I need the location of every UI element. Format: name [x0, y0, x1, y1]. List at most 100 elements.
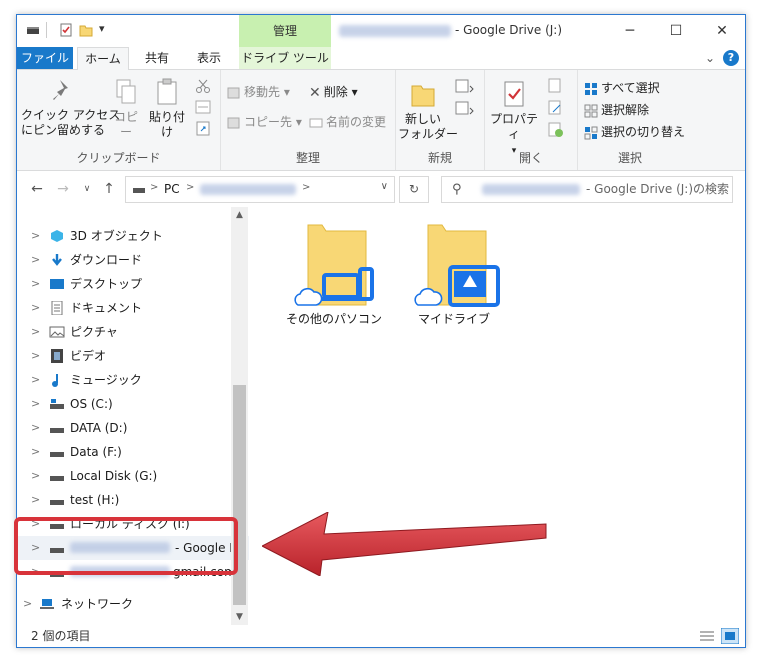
delete-x-icon: ✕ — [309, 84, 321, 101]
nav-item-drive-g[interactable]: > Local Disk (G:) — [17, 464, 249, 488]
properties-button[interactable]: プロパティ ▾ — [487, 80, 541, 159]
quick-access-dropdown[interactable]: ▾ — [99, 22, 105, 35]
select-none-button[interactable]: 選択解除 — [584, 100, 649, 120]
rename-icon — [309, 118, 323, 127]
tab-file[interactable]: ファイル — [17, 47, 73, 69]
breadcrumb-pc[interactable]: PC — [164, 182, 180, 196]
scroll-up-button[interactable]: ▲ — [231, 207, 248, 223]
invert-selection-button[interactable]: 選択の切り替え — [584, 122, 685, 142]
nav-item-drive-d[interactable]: > DATA (D:) — [17, 416, 249, 440]
select-all-icon — [585, 82, 597, 95]
delete-button[interactable]: ✕ 削除 ▾ — [309, 82, 358, 102]
nav-item-videos[interactable]: > ビデオ — [17, 344, 249, 368]
os-drive-icon — [50, 399, 64, 409]
nav-item-downloads[interactable]: > ダウンロード — [17, 248, 249, 272]
recent-locations-button[interactable]: ∨ — [79, 181, 95, 197]
cube-icon — [51, 230, 63, 242]
details-view-icon[interactable] — [699, 630, 715, 642]
refresh-button[interactable]: ↻ — [399, 176, 429, 203]
annotation-arrow-icon — [262, 512, 547, 576]
title-bar: ▾ 管理 - Google Drive (J:) ─ ☐ ✕ — [17, 15, 745, 47]
folder-my-drive[interactable]: マイドライブ — [399, 217, 509, 327]
minimize-button[interactable]: ─ — [607, 15, 653, 47]
group-label-open: 開く — [518, 151, 543, 165]
tab-view[interactable]: 表示 — [185, 47, 233, 69]
drive-icon — [133, 188, 145, 193]
large-icons-view-icon[interactable] — [721, 628, 739, 644]
drive-icon[interactable] — [26, 23, 40, 37]
address-dropdown[interactable]: ∨ — [381, 181, 388, 192]
item-count: 2 個の項目 — [31, 629, 91, 643]
help-button[interactable]: ? — [723, 50, 739, 66]
nav-item-drive-c[interactable]: > OS (C:) — [17, 392, 249, 416]
copy-path-icon[interactable] — [195, 100, 211, 114]
paste-button[interactable]: 貼り付け — [145, 78, 189, 140]
new-folder-icon[interactable] — [79, 23, 93, 37]
address-bar-row: ← → ∨ ↑ > PC > > ∨ ↻ ⚲ - Google Drive (J… — [17, 171, 745, 207]
group-clipboard: クイック アクセス にピン留めする コピー 貼り付け クリップボード — [17, 70, 221, 170]
nav-item-pictures[interactable]: > ピクチャ — [17, 320, 249, 344]
drive-icon — [50, 476, 64, 481]
move-to-button[interactable]: 移動先 ▾ — [227, 82, 290, 102]
nav-item-desktop[interactable]: > デスクトップ — [17, 272, 249, 296]
redacted-account — [339, 24, 451, 37]
edit-icon[interactable] — [547, 100, 567, 116]
ribbon: クイック アクセス にピン留めする コピー 貼り付け クリップボード 移動先 ▾… — [17, 70, 745, 171]
cut-icon[interactable] — [195, 78, 211, 94]
network-icon — [40, 599, 54, 609]
my-drive-folder-icon — [414, 224, 500, 307]
new-folder-large-icon — [411, 85, 435, 107]
context-tab-header: 管理 — [239, 15, 331, 47]
maximize-button[interactable]: ☐ — [653, 15, 699, 47]
select-all-button[interactable]: すべて選択 — [584, 78, 660, 98]
copy-button[interactable]: コピー — [109, 78, 143, 140]
up-button[interactable]: ↑ — [101, 181, 117, 197]
copy-to-icon — [227, 117, 240, 128]
back-button[interactable]: ← — [29, 181, 45, 197]
address-field[interactable]: > PC > > ∨ — [125, 176, 395, 203]
document-icon — [51, 301, 63, 315]
paste-shortcut-icon[interactable] — [195, 120, 211, 136]
rename-button[interactable]: 名前の変更 — [309, 112, 386, 132]
group-label-organize: 整理 — [295, 151, 320, 165]
desktop-icon — [50, 279, 64, 289]
download-icon — [52, 254, 62, 266]
properties-check-icon[interactable] — [59, 23, 73, 37]
new-folder-button[interactable]: 新しい フォルダー — [398, 80, 458, 142]
music-icon — [52, 374, 58, 387]
picture-icon — [49, 326, 65, 338]
new-item-icon[interactable] — [454, 78, 476, 96]
tab-home[interactable]: ホーム — [77, 47, 129, 70]
breadcrumb-redacted[interactable] — [200, 184, 296, 195]
close-button[interactable]: ✕ — [699, 15, 745, 47]
nav-item-documents[interactable]: > ドキュメント — [17, 296, 249, 320]
open-icon[interactable] — [547, 78, 567, 94]
move-to-icon — [227, 87, 240, 98]
video-icon — [51, 349, 63, 363]
pin-icon — [53, 80, 68, 100]
nav-item-network[interactable]: > ネットワーク — [17, 592, 249, 616]
select-none-icon — [584, 104, 598, 117]
nav-item-drive-f[interactable]: > Data (F:) — [17, 440, 249, 464]
forward-button[interactable]: → — [55, 181, 71, 197]
scroll-down-button[interactable]: ▼ — [231, 609, 248, 625]
ribbon-tab-strip: ファイル ホーム 共有 表示 ドライブ ツール ⌄ ? — [17, 47, 745, 70]
computers-folder-icon — [294, 224, 374, 306]
ribbon-expand-button[interactable]: ⌄ — [701, 47, 719, 69]
search-field[interactable]: ⚲ - Google Drive (J:)の検索 — [441, 176, 733, 203]
pin-quick-access-button[interactable]: クイック アクセス にピン留めする — [21, 78, 120, 138]
paste-icon — [157, 78, 177, 105]
properties-icon — [504, 81, 524, 107]
easy-access-icon[interactable] — [454, 100, 476, 118]
folder-other-computers[interactable]: その他のパソコン — [279, 217, 389, 327]
drive-icon — [50, 452, 64, 457]
search-icon: ⚲ — [452, 182, 462, 197]
history-icon[interactable] — [547, 122, 567, 138]
copy-to-button[interactable]: コピー先 ▾ — [227, 112, 302, 132]
annotation-highlight-box — [14, 517, 238, 575]
tab-share[interactable]: 共有 — [135, 47, 179, 69]
nav-item-3d-objects[interactable]: >3D オブジェクト — [17, 224, 249, 248]
nav-item-music[interactable]: > ミュージック — [17, 368, 249, 392]
nav-item-drive-h[interactable]: > test (H:) — [17, 488, 249, 512]
tab-drive-tools[interactable]: ドライブ ツール — [239, 47, 331, 69]
